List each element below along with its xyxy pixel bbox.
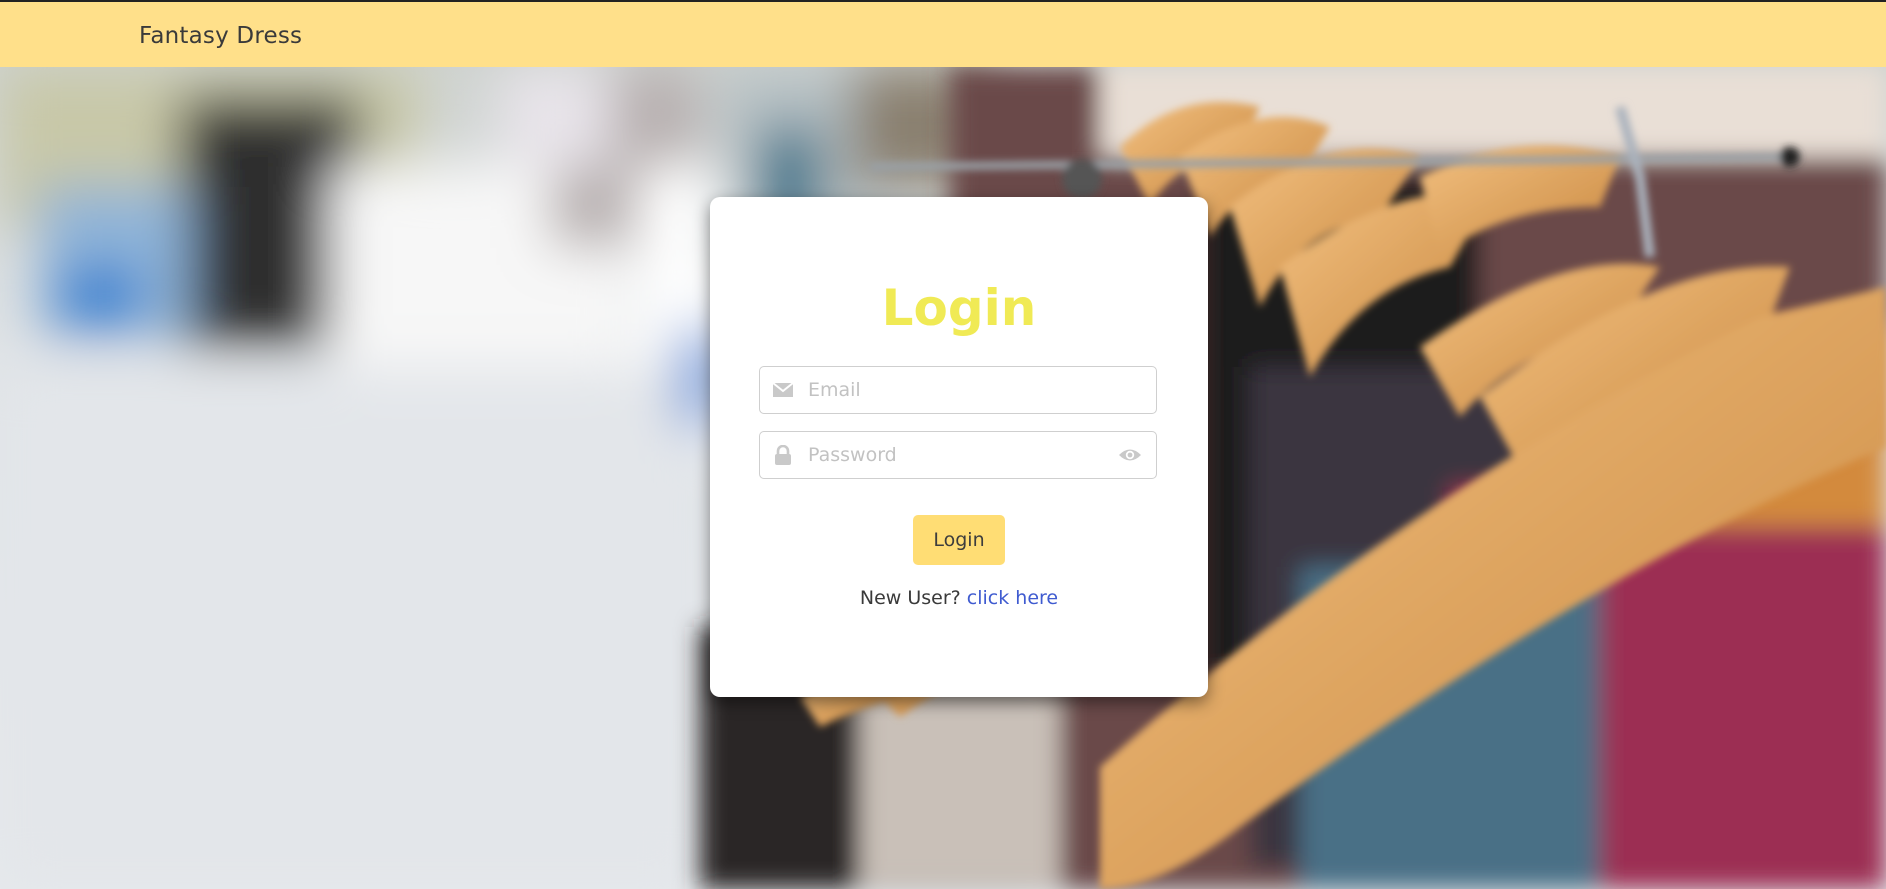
login-title: Login	[881, 279, 1037, 337]
email-input[interactable]	[808, 367, 1098, 413]
signup-prompt-text: New User?	[859, 587, 961, 609]
password-input[interactable]	[808, 432, 1098, 478]
login-button[interactable]: Login	[913, 515, 1005, 565]
password-field[interactable]	[759, 431, 1157, 479]
eye-icon[interactable]	[1118, 446, 1142, 464]
signup-link[interactable]: click here	[967, 587, 1058, 609]
login-card: Login Login New User? click here	[710, 197, 1208, 697]
signup-prompt: New User? click here	[710, 587, 1208, 609]
lock-icon	[775, 445, 791, 465]
email-field[interactable]	[759, 366, 1157, 414]
envelope-icon	[772, 382, 794, 397]
brand-logo-link[interactable]: Fantasy Dress	[139, 23, 302, 49]
navbar: Fantasy Dress	[0, 0, 1886, 67]
